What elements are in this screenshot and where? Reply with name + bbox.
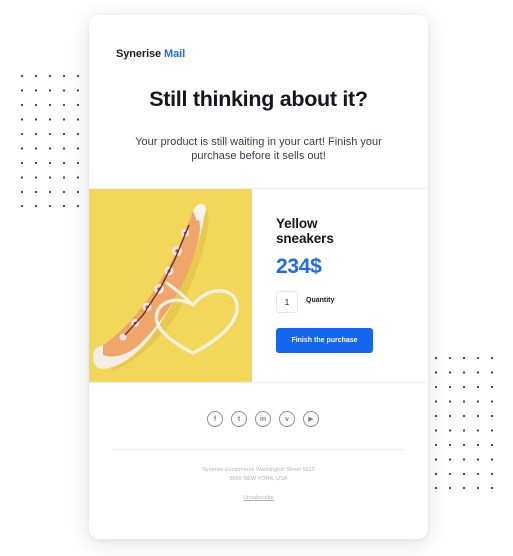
logo-accent: Mail xyxy=(164,48,186,60)
unsubscribe-link[interactable]: Unsubscribe xyxy=(89,495,428,501)
vimeo-icon[interactable]: v xyxy=(279,411,295,427)
product-title-line2: sneakers xyxy=(276,231,334,246)
social-links: f t in v ▶ xyxy=(207,411,319,427)
footer-address-line1: Synerise Ecommerce Washington Street 561… xyxy=(202,467,315,473)
product-title-line1: Yellow xyxy=(276,216,318,231)
quantity-field[interactable]: 1 xyxy=(276,291,298,313)
product-image xyxy=(89,189,252,382)
quantity-label: Quantity xyxy=(306,297,335,304)
decorative-dot-grid-right xyxy=(434,356,496,490)
twitter-icon[interactable]: t xyxy=(231,411,247,427)
linkedin-icon[interactable]: in xyxy=(255,411,271,427)
subtext: Your product is still waiting in your ca… xyxy=(135,136,382,162)
headline: Still thinking about it? xyxy=(149,87,368,111)
logo: Synerise Mail xyxy=(116,48,185,60)
footer-address: Synerise Ecommerce Washington Street 561… xyxy=(89,466,428,484)
footer-address-line2: 5669 NEW YORK, USA xyxy=(229,476,288,482)
sneaker-illustration xyxy=(89,189,252,382)
facebook-icon[interactable]: f xyxy=(207,411,223,427)
decorative-dot-grid-left xyxy=(20,74,82,208)
divider xyxy=(113,449,404,450)
divider xyxy=(89,382,428,383)
youtube-icon[interactable]: ▶ xyxy=(303,411,319,427)
product-title: Yellow sneakers xyxy=(276,216,334,246)
finish-purchase-button[interactable]: Finish the purchase xyxy=(276,328,373,353)
product-price: 234$ xyxy=(276,255,322,278)
logo-brand: Synerise xyxy=(116,48,162,60)
email-card: Synerise Mail Still thinking about it? Y… xyxy=(89,15,428,539)
